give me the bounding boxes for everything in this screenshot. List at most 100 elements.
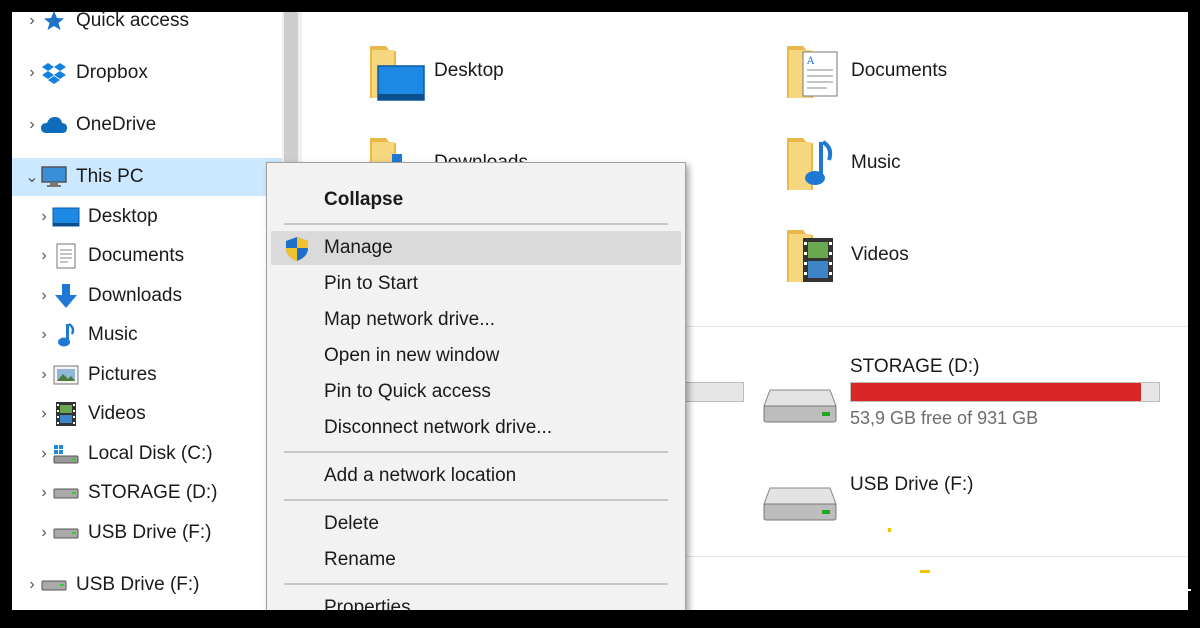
chevron-right-icon[interactable]: ›	[36, 366, 52, 384]
sidebar-item-label: Downloads	[88, 285, 182, 306]
sidebar-item-label: Music	[88, 324, 138, 345]
sidebar-scrollbar-thumb[interactable]	[284, 12, 298, 162]
sidebar-item-local-disk-c[interactable]: › Local Disk (C:)	[12, 435, 306, 473]
chevron-right-icon[interactable]: ›	[36, 405, 52, 423]
chevron-down-icon[interactable]: ⌄	[24, 167, 40, 187]
chevron-right-icon[interactable]: ›	[24, 64, 40, 82]
menu-item-map-network-drive[interactable]: Map network drive...	[271, 303, 681, 337]
svg-text:A: A	[806, 56, 815, 67]
watermark: عرب رقامي	[1030, 574, 1192, 606]
menu-item-open-new-window[interactable]: Open in new window	[271, 339, 681, 373]
system-drive-icon	[52, 442, 80, 466]
picture-icon	[52, 363, 80, 387]
sidebar-item-label: Pictures	[88, 364, 157, 385]
music-note-icon	[52, 322, 80, 347]
sidebar-item-label: Documents	[88, 245, 185, 266]
chevron-right-icon[interactable]: ›	[24, 12, 40, 30]
sidebar-item-pictures[interactable]: › Pictures	[12, 356, 306, 394]
sidebar-item-label: Videos	[88, 403, 146, 424]
sidebar-item-label: USB Drive (F:)	[88, 522, 212, 543]
folder-label: Music	[851, 152, 901, 173]
sidebar-item-storage-d[interactable]: › STORAGE (D:)	[12, 474, 306, 512]
menu-separator	[284, 499, 668, 501]
folder-label: Videos	[851, 244, 909, 265]
sidebar-item-documents[interactable]: › Documents	[12, 237, 306, 275]
menu-item-manage[interactable]: Manage	[271, 231, 681, 265]
chevron-right-icon[interactable]: ›	[36, 247, 52, 265]
decorative-dash	[920, 570, 930, 573]
shield-icon	[285, 236, 309, 268]
drive-usage-bar-hidden	[682, 382, 744, 402]
chevron-right-icon[interactable]: ›	[36, 524, 52, 542]
menu-item-pin-to-start[interactable]: Pin to Start	[271, 267, 681, 301]
menu-item-properties[interactable]: Properties	[271, 591, 681, 610]
sidebar-item-music[interactable]: › Music	[12, 316, 306, 354]
star-icon	[40, 12, 68, 33]
menu-separator	[284, 223, 668, 225]
sidebar-item-label: USB Drive (F:)	[76, 574, 200, 595]
drive-usage-bar	[850, 382, 1160, 402]
drive-icon	[763, 487, 837, 521]
sidebar-item-usb-drive-f[interactable]: › USB Drive (F:)	[12, 514, 306, 552]
drive-icon	[52, 481, 80, 505]
desktop-icon	[52, 205, 80, 229]
chevron-right-icon[interactable]: ›	[24, 576, 40, 594]
sidebar-item-desktop[interactable]: › Desktop	[12, 198, 306, 236]
menu-item-add-network-location[interactable]: Add a network location	[271, 459, 681, 493]
folder-desktop[interactable]: Desktop	[356, 36, 504, 106]
folder-documents[interactable]: A Documents	[773, 36, 947, 106]
sidebar-item-usb-drive-f-root[interactable]: › USB Drive (F:)	[12, 566, 294, 604]
drive-label: STORAGE (D:)	[850, 356, 980, 377]
sidebar-item-this-pc[interactable]: ⌄ This PC	[12, 158, 294, 196]
sidebar-item-downloads[interactable]: › Downloads	[12, 277, 306, 315]
menu-separator	[284, 583, 668, 585]
sidebar-item-label: This PC	[76, 166, 144, 187]
menu-separator	[284, 451, 668, 453]
sidebar-item-quick-access[interactable]: › Quick access	[12, 12, 294, 40]
document-icon	[52, 243, 80, 269]
chevron-right-icon[interactable]: ›	[36, 484, 52, 502]
music-folder-icon	[773, 128, 843, 198]
chevron-right-icon[interactable]: ›	[36, 208, 52, 226]
folder-videos[interactable]: Videos	[773, 220, 909, 290]
drive-usb-f[interactable]: USB Drive (F:)	[762, 472, 1182, 552]
cloud-icon	[40, 113, 68, 137]
drive-icon	[52, 521, 80, 545]
drive-label: USB Drive (F:)	[850, 474, 974, 495]
sidebar-item-label: OneDrive	[76, 114, 157, 135]
folder-label: Documents	[851, 60, 948, 81]
menu-item-rename[interactable]: Rename	[271, 543, 681, 577]
menu-item-delete[interactable]: Delete	[271, 507, 681, 541]
menu-item-pin-quick-access[interactable]: Pin to Quick access	[271, 375, 681, 409]
sidebar-item-label: Quick access	[76, 12, 189, 31]
sidebar-item-videos[interactable]: › Videos	[12, 395, 306, 433]
file-explorer-window: › Quick access › Dropbox › OneDrive ⌄ Th…	[12, 12, 1188, 610]
drive-usage-fill	[851, 383, 1141, 401]
film-icon	[52, 402, 80, 426]
folder-label: Desktop	[434, 60, 504, 81]
chevron-right-icon[interactable]: ›	[36, 326, 52, 344]
menu-item-disconnect-network-drive[interactable]: Disconnect network drive...	[271, 411, 681, 445]
drive-icon	[40, 573, 68, 597]
sidebar-item-label: STORAGE (D:)	[88, 482, 218, 503]
computer-icon	[40, 165, 68, 189]
context-menu: Collapse Manage Pin to Start Map network…	[266, 162, 686, 610]
dropbox-icon	[40, 61, 68, 85]
chevron-right-icon[interactable]: ›	[36, 287, 52, 305]
decorative-dot	[888, 528, 891, 532]
folder-music[interactable]: Music	[773, 128, 901, 198]
chevron-right-icon[interactable]: ›	[36, 445, 52, 463]
sidebar-item-label: Desktop	[88, 206, 158, 227]
sidebar-item-dropbox[interactable]: › Dropbox	[12, 54, 294, 92]
navigation-pane: › Quick access › Dropbox › OneDrive ⌄ Th…	[12, 12, 294, 610]
documents-folder-icon: A	[773, 36, 843, 106]
drive-free-space: 53,9 GB free of 931 GB	[850, 408, 1039, 428]
watermark-text: عرب رقامي	[1030, 576, 1152, 604]
drive-storage-d[interactable]: STORAGE (D:) 53,9 GB free of 931 GB	[762, 354, 1182, 444]
crosshair-logo-icon	[1159, 574, 1192, 606]
desktop-folder-icon	[356, 36, 426, 106]
sidebar-item-onedrive[interactable]: › OneDrive	[12, 106, 294, 144]
chevron-right-icon[interactable]: ›	[24, 116, 40, 134]
menu-item-collapse[interactable]: Collapse	[271, 183, 681, 217]
drive-icon	[763, 389, 837, 423]
